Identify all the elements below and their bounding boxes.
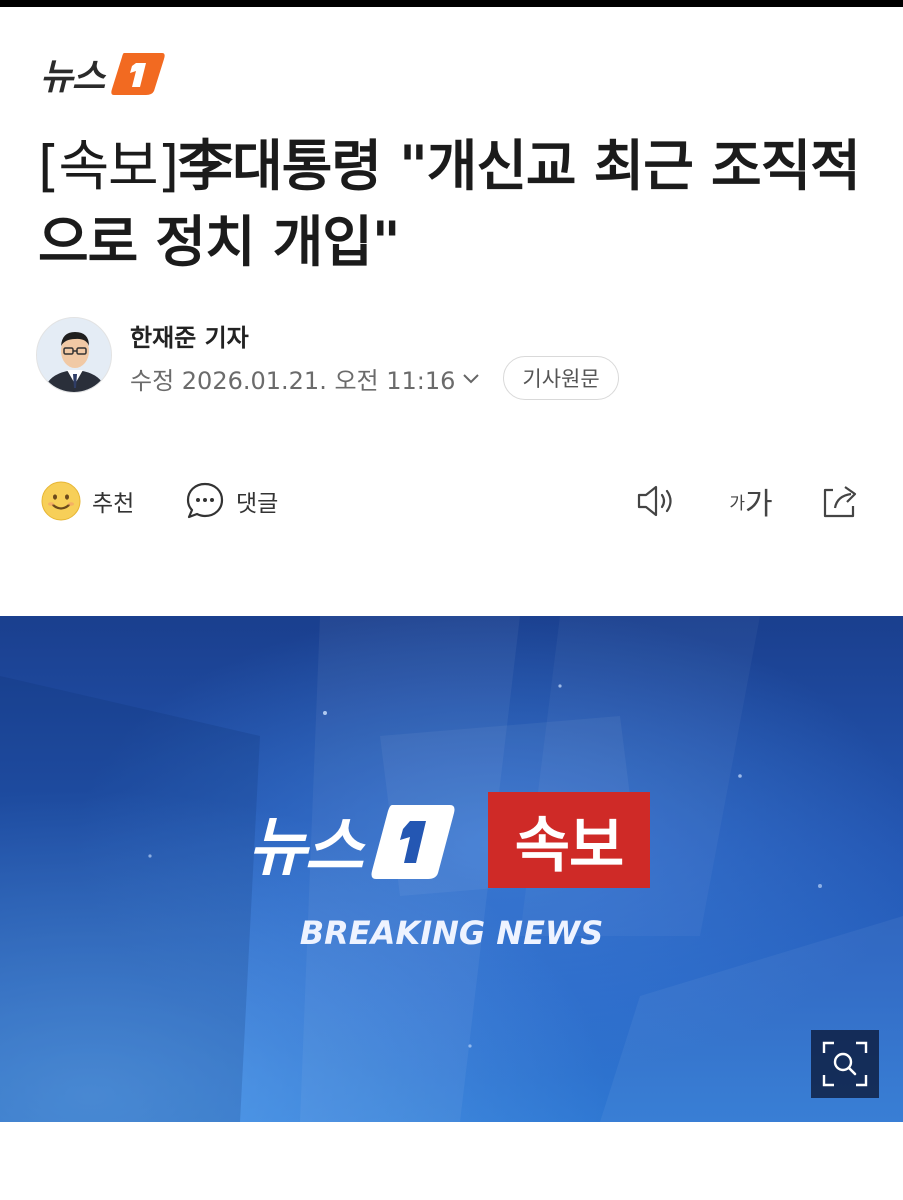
tts-button[interactable] — [630, 478, 682, 524]
avatar-photo — [37, 318, 111, 392]
breaking-news-image: 뉴스 속보 BREAKING NEWS — [0, 616, 903, 1122]
logo-text: 뉴스 — [40, 57, 105, 98]
reporter-name[interactable]: 한재준 기자 — [130, 318, 249, 353]
font-size-button[interactable]: 가 가 — [718, 478, 784, 524]
top-bar — [0, 0, 903, 7]
chevron-down-icon[interactable] — [461, 368, 481, 388]
banner-brand: 뉴스 — [248, 811, 364, 885]
font-size-small-label: 가 — [729, 493, 746, 514]
banner-logo-badge-icon — [371, 805, 455, 879]
recommend-button[interactable]: 추천 — [40, 478, 134, 524]
recommend-label: 추천 — [92, 491, 135, 517]
comment-button[interactable]: 댓글 — [184, 478, 278, 524]
headline-prefix: [속보] — [38, 134, 179, 198]
comment-icon — [186, 482, 224, 519]
original-article-button[interactable]: 기사원문 — [503, 356, 619, 400]
share-icon — [823, 486, 857, 518]
breaking-news-text: BREAKING NEWS — [299, 914, 604, 952]
article-date[interactable]: 수정 2026.01.21. 오전 11:16 — [130, 361, 455, 396]
banner-logo: 뉴스 — [248, 796, 456, 888]
zoom-icon — [822, 1041, 868, 1087]
share-button[interactable] — [814, 478, 866, 524]
article-meta: 수정 2026.01.21. 오전 11:16 기사원문 — [130, 356, 619, 400]
reporter-avatar[interactable] — [36, 317, 112, 393]
speaker-icon — [637, 485, 672, 517]
comment-label: 댓글 — [236, 491, 279, 517]
logo-badge-icon — [111, 53, 165, 95]
smile-icon — [41, 481, 81, 521]
news1-logo[interactable]: 뉴스 — [40, 48, 166, 100]
article-headline: [속보]李대통령 "개신교 최근 조직적으로 정치 개입" — [38, 128, 868, 280]
font-size-big-label: 가 — [745, 487, 773, 522]
breaking-badge: 속보 — [488, 792, 650, 888]
zoom-button[interactable] — [811, 1030, 879, 1098]
